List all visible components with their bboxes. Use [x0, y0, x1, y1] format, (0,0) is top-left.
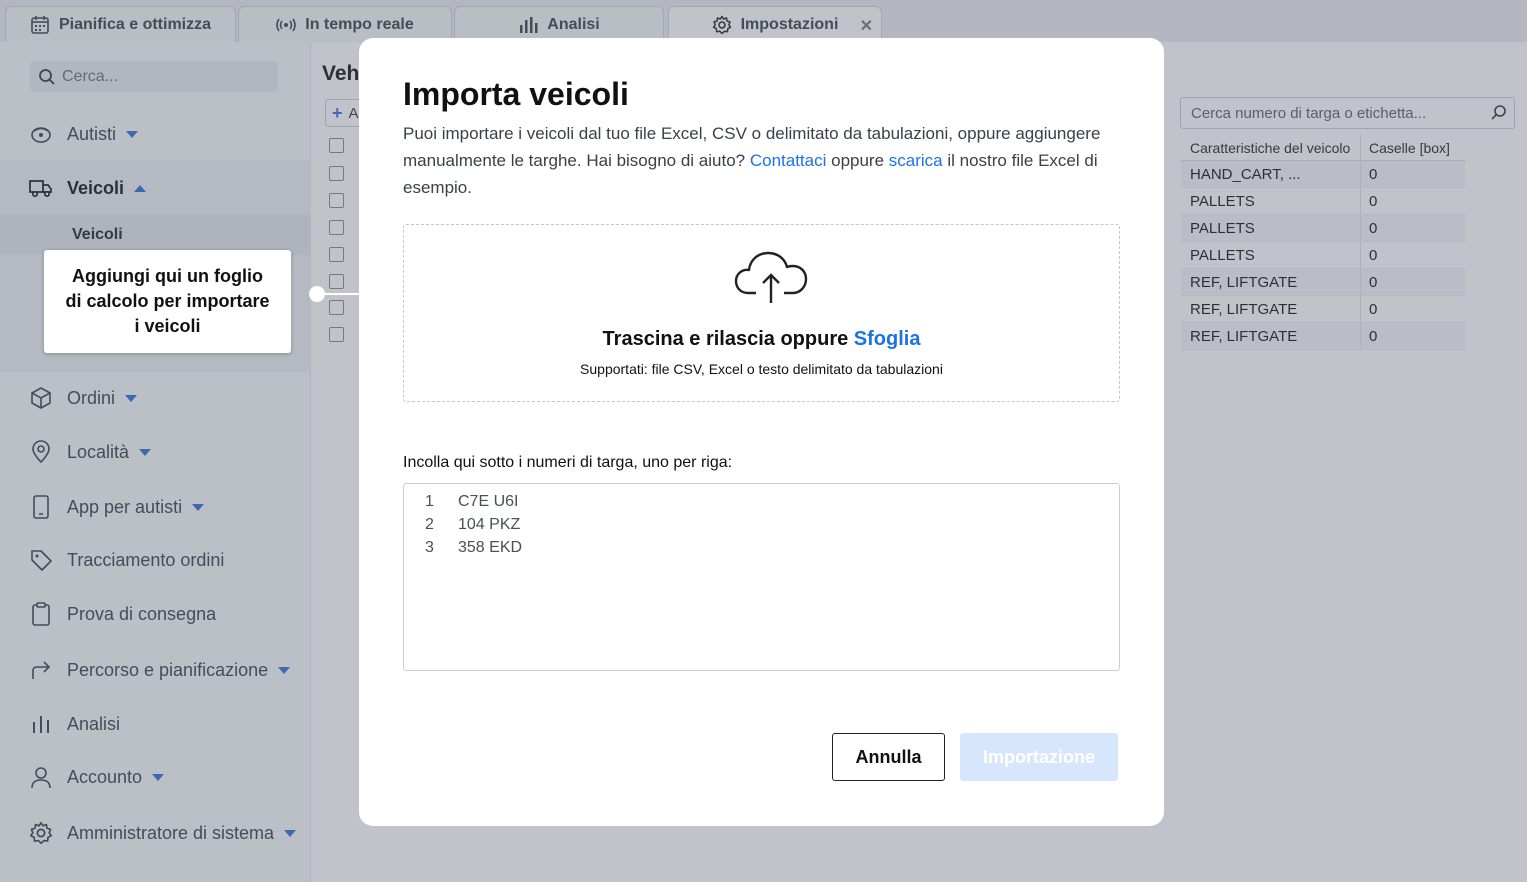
dialog-title: Importa veicoli	[403, 76, 629, 112]
browse-link[interactable]: Sfoglia	[854, 328, 921, 350]
import-button[interactable]: Importazione	[960, 733, 1118, 781]
plate-line: 2 104 PKZ	[425, 515, 521, 533]
plates-textarea[interactable]: 1 C7E U6I 2 104 PKZ 3 358 EKD	[403, 483, 1120, 671]
cloud-upload-icon	[734, 251, 808, 303]
dropzone-subtitle: Supportati: file CSV, Excel o testo deli…	[580, 361, 943, 377]
cancel-button[interactable]: Annulla	[832, 733, 945, 781]
plate-line: 3 358 EKD	[425, 538, 523, 556]
dialog-description: Puoi importare i veicoli dal tuo file Ex…	[403, 124, 1101, 197]
dropzone-title: Trascina e rilascia oppure Sfoglia	[602, 328, 921, 350]
import-vehicles-dialog: Importa veicoli Puoi importare i veicoli…	[359, 38, 1164, 826]
file-dropzone[interactable]: Trascina e rilascia oppure Sfoglia Suppo…	[403, 224, 1120, 402]
contact-link[interactable]: Contattaci	[750, 151, 827, 170]
onboarding-tooltip: Aggiungi qui un foglio di calcolo per im…	[44, 250, 291, 353]
download-link[interactable]: scarica	[889, 151, 943, 170]
plate-line: 1 C7E U6I	[425, 492, 519, 510]
tooltip-dot	[309, 286, 325, 302]
paste-label: Incolla qui sotto i numeri di targa, uno…	[403, 454, 733, 471]
